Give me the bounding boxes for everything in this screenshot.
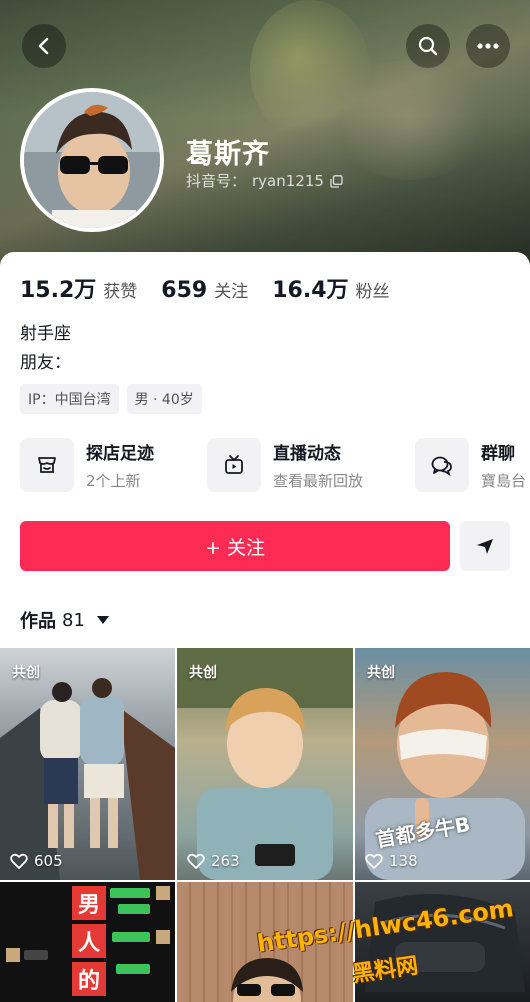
- profile-page: 葛斯齐 抖音号： ryan1215 15.2万 获赞 659 关注 16.4万 …: [0, 0, 530, 1002]
- search-icon: [418, 36, 438, 56]
- heart-icon: [10, 853, 28, 869]
- video-tile[interactable]: 共创 605: [0, 648, 175, 880]
- shop-icon: [20, 438, 74, 492]
- back-button[interactable]: [22, 24, 66, 68]
- feature-shortcuts: 探店足迹 2个上新 直播动态 查看最新回放 群聊 寶島台: [20, 438, 530, 496]
- stat-likes-value: 15.2万: [20, 278, 97, 303]
- collab-badge: 共创: [12, 665, 40, 681]
- nickname: 葛斯齐: [186, 139, 270, 170]
- stat-following[interactable]: 659 关注: [161, 277, 248, 303]
- stat-followers-value: 16.4万: [272, 278, 349, 303]
- like-count-value: 263: [211, 852, 240, 870]
- heart-icon: [187, 853, 205, 869]
- send-icon: [477, 539, 493, 554]
- collab-badge: 共创: [367, 665, 395, 681]
- feature-subtitle: 寶島台: [481, 472, 527, 490]
- more-button[interactable]: [466, 24, 510, 68]
- profile-tags: IP：中国台湾 男 · 40岁: [20, 384, 202, 414]
- video-thumbnail: [177, 648, 353, 880]
- feature-title: 群聊: [481, 444, 515, 464]
- like-count: 263: [187, 852, 240, 870]
- avatar[interactable]: [20, 88, 164, 232]
- like-count: 605: [10, 852, 63, 870]
- video-tile[interactable]: 男 人 的: [0, 882, 175, 1002]
- like-count-value: 605: [34, 852, 63, 870]
- search-button[interactable]: [406, 24, 450, 68]
- caret-down-icon: [96, 616, 109, 624]
- douyin-id: 抖音号： ryan1215: [186, 170, 343, 191]
- video-tile[interactable]: 共创 首都多牛B 138: [355, 648, 530, 880]
- stat-following-label: 关注: [214, 282, 249, 302]
- chat-icon: [415, 438, 469, 492]
- works-tab[interactable]: 作品 81: [20, 607, 109, 633]
- like-count-value: 138: [389, 852, 418, 870]
- feature-live[interactable]: 直播动态 查看最新回放: [207, 438, 363, 492]
- stat-followers-label: 粉丝: [355, 282, 390, 302]
- feature-subtitle: 查看最新回放: [273, 472, 364, 490]
- chevron-left-icon: [38, 37, 49, 55]
- bio-line: 朋友：: [20, 353, 71, 373]
- heart-icon: [365, 853, 383, 869]
- chat-screenshot-thumbnail: [6, 886, 170, 974]
- id-label: 抖音号：: [186, 172, 247, 190]
- feature-subtitle: 2个上新: [86, 472, 141, 490]
- gender-age-tag: 男 · 40岁: [126, 384, 202, 414]
- stats-row: 15.2万 获赞 659 关注 16.4万 粉丝: [20, 272, 414, 304]
- stat-likes-label: 获赞: [103, 282, 138, 302]
- collab-badge: 共创: [189, 665, 217, 681]
- feature-group-chat[interactable]: 群聊 寶島台: [415, 438, 526, 492]
- avatar-photo: [24, 92, 160, 228]
- feature-title: 探店足迹: [86, 444, 154, 464]
- works-label: 作品: [20, 611, 56, 632]
- feature-shop-visits[interactable]: 探店足迹 2个上新: [20, 438, 154, 492]
- more-dots-icon: [477, 43, 499, 49]
- copy-icon[interactable]: [330, 174, 343, 188]
- id-value: ryan1215: [252, 171, 324, 190]
- works-count: 81: [62, 609, 85, 631]
- stat-likes[interactable]: 15.2万 获赞: [20, 272, 137, 304]
- bio: 射手座 朋友：: [20, 320, 71, 378]
- bio-line: 射手座: [20, 324, 71, 344]
- tv-icon: [207, 438, 261, 492]
- follow-button[interactable]: + 关注: [20, 521, 450, 571]
- stat-followers[interactable]: 16.4万 粉丝: [272, 272, 389, 304]
- like-count: 138: [365, 852, 418, 870]
- feature-title: 直播动态: [273, 444, 341, 464]
- share-button[interactable]: [460, 521, 510, 571]
- ip-location-tag: IP：中国台湾: [20, 384, 119, 414]
- video-thumbnail: [0, 678, 175, 880]
- stat-following-value: 659: [161, 278, 208, 303]
- video-tile[interactable]: 共创 263: [177, 648, 353, 880]
